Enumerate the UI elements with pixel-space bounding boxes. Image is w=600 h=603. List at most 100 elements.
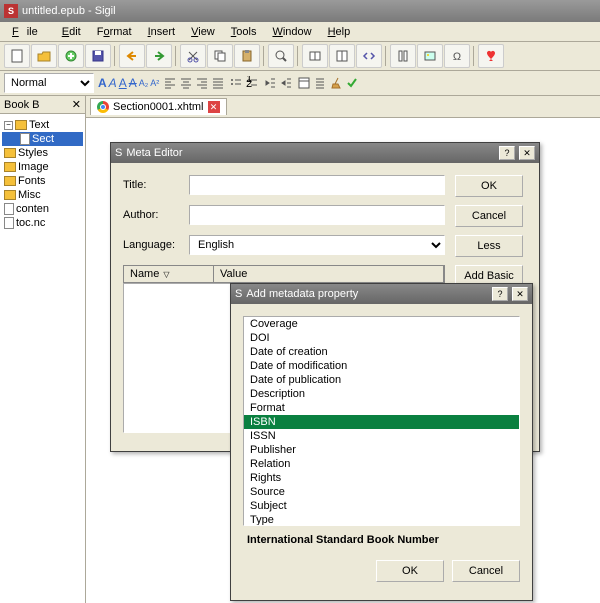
document-tab[interactable]: Section0001.xhtml ✕ — [90, 98, 227, 115]
value-column[interactable]: Value — [214, 266, 444, 282]
italic-button[interactable]: A — [109, 76, 117, 90]
split-view-button[interactable] — [329, 44, 355, 68]
open-button[interactable] — [31, 44, 57, 68]
bold-button[interactable]: A — [98, 76, 107, 90]
list-item[interactable]: Rights — [244, 471, 519, 485]
code-view-button[interactable] — [356, 44, 382, 68]
superscript-button[interactable]: A² — [150, 77, 159, 89]
align-right-button[interactable] — [195, 76, 209, 90]
less-button[interactable]: Less — [455, 235, 523, 257]
cancel-button[interactable]: Cancel — [455, 205, 523, 227]
menu-file[interactable]: File — [4, 24, 54, 40]
list-item[interactable]: Date of creation — [244, 345, 519, 359]
list-item[interactable]: ISBN — [244, 415, 519, 429]
list-item[interactable]: ISSN — [244, 429, 519, 443]
undo-button[interactable] — [119, 44, 145, 68]
list-item[interactable]: Relation — [244, 457, 519, 471]
new-button[interactable] — [4, 44, 30, 68]
meta-editor-titlebar[interactable]: S Meta Editor ? ✕ — [111, 143, 539, 163]
list-item[interactable]: Format — [244, 401, 519, 415]
menu-window[interactable]: Window — [264, 24, 319, 40]
author-input[interactable] — [189, 205, 445, 225]
paragraph-style-select[interactable]: Normal — [4, 73, 94, 93]
strike-button[interactable]: A — [129, 76, 137, 90]
menu-edit[interactable]: Edit — [54, 24, 89, 40]
tree-item-image[interactable]: Image — [2, 160, 83, 174]
copy-button[interactable] — [207, 44, 233, 68]
property-listbox[interactable]: CoverageDOIDate of creationDate of modif… — [243, 316, 520, 526]
author-label: Author: — [123, 209, 183, 221]
tree-item-conten[interactable]: conten — [2, 202, 83, 216]
validate-button[interactable] — [345, 76, 359, 90]
panel-close-icon[interactable]: ✕ — [72, 98, 81, 111]
add-button[interactable] — [58, 44, 84, 68]
tree-item-text[interactable]: −Text — [2, 118, 83, 132]
cut-button[interactable] — [180, 44, 206, 68]
title-input[interactable] — [189, 175, 445, 195]
language-select[interactable]: English — [189, 235, 445, 255]
align-justify-button[interactable] — [211, 76, 225, 90]
file-icon — [4, 203, 14, 215]
add-metadata-titlebar[interactable]: S Add metadata property ? ✕ — [231, 284, 532, 304]
folder-icon — [4, 162, 16, 172]
metadata-button[interactable] — [297, 76, 311, 90]
tree-label: conten — [16, 203, 49, 215]
tree-item-sect[interactable]: Sect — [2, 132, 83, 146]
broom-button[interactable] — [329, 76, 343, 90]
expand-icon[interactable]: − — [4, 121, 13, 130]
tree-item-misc[interactable]: Misc — [2, 188, 83, 202]
align-center-button[interactable] — [179, 76, 193, 90]
donate-button[interactable] — [478, 44, 504, 68]
property-description: International Standard Book Number — [243, 526, 520, 554]
list-number-button[interactable]: 12 — [245, 76, 259, 90]
menu-format[interactable]: Format — [89, 24, 140, 40]
cancel-button[interactable]: Cancel — [452, 560, 520, 582]
file-icon — [20, 133, 30, 145]
list-item[interactable]: Date of modification — [244, 359, 519, 373]
paste-button[interactable] — [234, 44, 260, 68]
list-item[interactable]: Description — [244, 387, 519, 401]
special-char-button[interactable]: Ω — [444, 44, 470, 68]
underline-button[interactable]: A — [119, 76, 127, 90]
list-item[interactable]: DOI — [244, 331, 519, 345]
find-button[interactable] — [268, 44, 294, 68]
menu-view[interactable]: View — [183, 24, 223, 40]
list-item[interactable]: Date of publication — [244, 373, 519, 387]
subscript-button[interactable]: A₂ — [139, 77, 149, 89]
redo-button[interactable] — [146, 44, 172, 68]
list-bullet-button[interactable] — [229, 76, 243, 90]
menu-help[interactable]: Help — [320, 24, 359, 40]
align-left-button[interactable] — [163, 76, 177, 90]
window-title: untitled.epub - Sigil — [22, 5, 116, 17]
toc-button[interactable] — [313, 76, 327, 90]
menu-insert[interactable]: Insert — [140, 24, 184, 40]
toolbar-main: Ω — [0, 42, 600, 71]
ok-button[interactable]: OK — [376, 560, 444, 582]
ok-button[interactable]: OK — [455, 175, 523, 197]
list-item[interactable]: Subject — [244, 499, 519, 513]
menu-tools[interactable]: Tools — [223, 24, 265, 40]
list-item[interactable]: Source — [244, 485, 519, 499]
help-button[interactable]: ? — [499, 146, 515, 160]
indent-less-button[interactable] — [263, 76, 277, 90]
book-view-button[interactable] — [302, 44, 328, 68]
name-column[interactable]: Name ▽ — [124, 266, 214, 282]
list-item[interactable]: Publisher — [244, 443, 519, 457]
help-button[interactable]: ? — [492, 287, 508, 301]
list-item[interactable]: Coverage — [244, 317, 519, 331]
tree-item-toc.nc[interactable]: toc.nc — [2, 216, 83, 230]
menubar: File Edit Format Insert View Tools Windo… — [0, 22, 600, 42]
save-button[interactable] — [85, 44, 111, 68]
indent-more-button[interactable] — [279, 76, 293, 90]
list-item[interactable]: Type — [244, 513, 519, 526]
insert-image-button[interactable] — [417, 44, 443, 68]
close-button[interactable]: ✕ — [519, 146, 535, 160]
app-icon: S — [4, 4, 18, 18]
close-button[interactable]: ✕ — [512, 287, 528, 301]
tab-close-icon[interactable]: ✕ — [208, 101, 220, 113]
split-button[interactable] — [390, 44, 416, 68]
book-browser-title: Book B ✕ — [0, 96, 85, 114]
tree-item-styles[interactable]: Styles — [2, 146, 83, 160]
app-icon: S — [115, 147, 122, 159]
tree-item-fonts[interactable]: Fonts — [2, 174, 83, 188]
